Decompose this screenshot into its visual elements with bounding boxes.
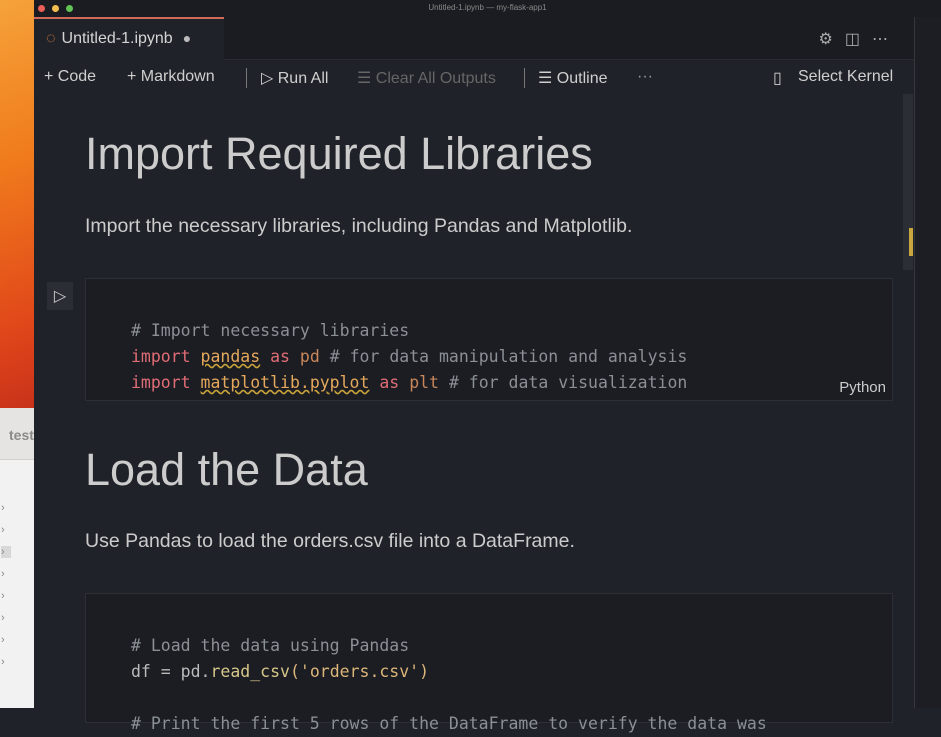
jupyter-icon: ◌ — [46, 30, 56, 47]
finder-window: test › › › › › › › › — [0, 408, 34, 708]
add-markdown-button[interactable]: + Markdown — [127, 68, 215, 86]
paren: ) — [419, 662, 430, 681]
code-comment: # Import necessary libraries — [131, 321, 410, 340]
more-actions-icon[interactable]: ⋯ — [872, 31, 900, 48]
alias: plt — [409, 373, 439, 392]
tab-untitled-1[interactable]: ◌ Untitled-1.ipynb ● — [34, 17, 224, 60]
gear-icon[interactable]: ⚙ — [819, 31, 845, 48]
split-editor-icon[interactable]: ◫ — [845, 31, 872, 48]
chevron-right-icon[interactable]: › — [1, 634, 5, 646]
code-comment: # Print the first 5 rows of the DataFram… — [131, 714, 767, 733]
string-literal: 'orders.csv' — [299, 662, 420, 681]
divider — [246, 68, 247, 88]
code-cell[interactable]: # Import necessary libraries import pand… — [85, 278, 893, 401]
code-comment: # Load the data using Pandas — [131, 636, 410, 655]
paren: ( — [289, 662, 300, 681]
tab-bar: ◌ Untitled-1.ipynb ● ⚙◫⋯ — [34, 17, 914, 60]
notebook-toolbar: + Code + Markdown ▷ Run All ☰ Clear All … — [34, 60, 914, 94]
window-title: Untitled-1.ipynb — my-flask-app1 — [428, 3, 547, 12]
markdown-text: Import the necessary libraries, includin… — [85, 215, 633, 237]
chevron-right-icon[interactable]: › — [1, 656, 5, 668]
vscode-window: Untitled-1.ipynb — my-flask-app1 ◌ Untitl… — [34, 0, 941, 733]
modified-indicator[interactable]: ● — [183, 30, 191, 46]
keyword: import — [131, 373, 191, 392]
scrollbar-marker — [909, 228, 913, 256]
title-bar: Untitled-1.ipynb — my-flask-app1 — [34, 0, 941, 17]
code-comment: # for data manipulation and analysis — [329, 347, 688, 366]
finder-title: test — [0, 408, 34, 460]
chevron-right-icon[interactable]: › — [1, 524, 5, 536]
markdown-heading: Import Required Libraries — [85, 128, 593, 179]
module-name: pandas — [200, 347, 261, 366]
markdown-text: Use Pandas to load the orders.csv file i… — [85, 530, 575, 552]
chevron-right-icon[interactable]: › — [1, 568, 5, 580]
alias: pd — [299, 347, 320, 366]
chevron-right-icon[interactable]: › — [1, 546, 11, 558]
more-icon[interactable]: ··· — [637, 68, 653, 86]
cell-language[interactable]: Python — [839, 379, 886, 396]
markdown-heading: Load the Data — [85, 444, 368, 495]
clear-outputs-button[interactable]: ☰ Clear All Outputs — [357, 68, 496, 88]
module-name: matplotlib.pyplot — [200, 373, 370, 392]
chevron-right-icon[interactable]: › — [1, 612, 5, 624]
desktop-wallpaper — [0, 0, 34, 408]
chevron-right-icon[interactable]: › — [1, 590, 5, 602]
code-cell[interactable]: # Load the data using Pandas df = pd.rea… — [85, 593, 893, 733]
add-code-button[interactable]: + Code — [44, 68, 96, 86]
keyword: import — [131, 347, 191, 366]
chevron-right-icon[interactable]: › — [1, 502, 5, 514]
code-comment: # for data visualization — [448, 373, 688, 392]
tab-label: Untitled-1.ipynb — [61, 30, 173, 47]
outline-button[interactable]: ☰ Outline — [538, 68, 607, 88]
divider — [524, 68, 525, 88]
kernel-icon[interactable]: ▯ — [773, 68, 782, 88]
keyword: as — [270, 347, 290, 366]
run-all-button[interactable]: ▷ Run All — [261, 68, 328, 88]
code-text: df = pd. — [131, 662, 211, 681]
keyword: as — [379, 373, 400, 392]
function-name: read_csv — [210, 662, 290, 681]
run-cell-button[interactable]: ▷ — [47, 282, 73, 310]
select-kernel-button[interactable]: Select Kernel — [798, 68, 893, 86]
secondary-side-panel — [914, 17, 941, 708]
